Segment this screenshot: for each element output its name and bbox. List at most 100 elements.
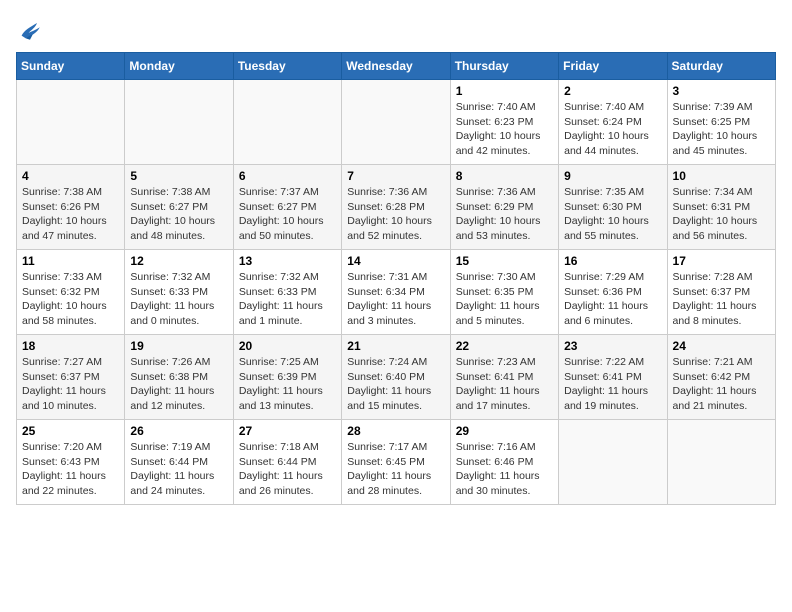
day-number: 22 [456, 339, 553, 353]
day-number: 21 [347, 339, 444, 353]
calendar-cell [559, 420, 667, 505]
day-info: Sunrise: 7:19 AM Sunset: 6:44 PM Dayligh… [130, 440, 227, 499]
day-number: 26 [130, 424, 227, 438]
day-info: Sunrise: 7:40 AM Sunset: 6:23 PM Dayligh… [456, 100, 553, 159]
calendar-week-row: 18 Sunrise: 7:27 AM Sunset: 6:37 PM Dayli… [17, 335, 776, 420]
calendar-cell: 6 Sunrise: 7:37 AM Sunset: 6:27 PM Daylig… [233, 165, 341, 250]
day-number: 17 [673, 254, 770, 268]
calendar-cell: 22Sunrise: 7:23 AM Sunset: 6:41 PM Dayli… [450, 335, 558, 420]
day-number: 23 [564, 339, 661, 353]
weekday-header-sunday: Sunday [17, 53, 125, 80]
day-info: Sunrise: 7:36 AM Sunset: 6:29 PM Dayligh… [456, 185, 553, 244]
calendar-cell: 21 Sunrise: 7:24 AM Sunset: 6:40 PM Dayli… [342, 335, 450, 420]
page-header [16, 16, 776, 44]
day-info: Sunrise: 7:38 AM Sunset: 6:27 PM Dayligh… [130, 185, 227, 244]
day-number: 12 [130, 254, 227, 268]
day-number: 29 [456, 424, 553, 438]
day-info: Sunrise: 7:36 AM Sunset: 6:28 PM Dayligh… [347, 185, 444, 244]
calendar-cell: 17 Sunrise: 7:28 AM Sunset: 6:37 PM Dayli… [667, 250, 775, 335]
weekday-header-saturday: Saturday [667, 53, 775, 80]
day-number: 8 [456, 169, 553, 183]
calendar-cell: 16Sunrise: 7:29 AM Sunset: 6:36 PM Dayli… [559, 250, 667, 335]
day-info: Sunrise: 7:30 AM Sunset: 6:35 PM Dayligh… [456, 270, 553, 329]
calendar-table: SundayMondayTuesdayWednesdayThursdayFrid… [16, 52, 776, 505]
calendar-cell [342, 80, 450, 165]
calendar-cell: 19 Sunrise: 7:26 AM Sunset: 6:38 PM Dayli… [125, 335, 233, 420]
day-number: 3 [673, 84, 770, 98]
calendar-cell: 9Sunrise: 7:35 AM Sunset: 6:30 PM Daylig… [559, 165, 667, 250]
weekday-header-monday: Monday [125, 53, 233, 80]
calendar-cell: 5 Sunrise: 7:38 AM Sunset: 6:27 PM Daylig… [125, 165, 233, 250]
day-number: 15 [456, 254, 553, 268]
day-info: Sunrise: 7:25 AM Sunset: 6:39 PM Dayligh… [239, 355, 336, 414]
calendar-cell [233, 80, 341, 165]
calendar-cell: 2 Sunrise: 7:40 AM Sunset: 6:24 PM Daylig… [559, 80, 667, 165]
calendar-week-row: 4Sunrise: 7:38 AM Sunset: 6:26 PM Daylig… [17, 165, 776, 250]
day-info: Sunrise: 7:21 AM Sunset: 6:42 PM Dayligh… [673, 355, 770, 414]
calendar-cell: 13 Sunrise: 7:32 AM Sunset: 6:33 PM Dayli… [233, 250, 341, 335]
day-info: Sunrise: 7:32 AM Sunset: 6:33 PM Dayligh… [130, 270, 227, 329]
day-number: 2 [564, 84, 661, 98]
day-number: 25 [22, 424, 119, 438]
day-info: Sunrise: 7:18 AM Sunset: 6:44 PM Dayligh… [239, 440, 336, 499]
calendar-cell: 8 Sunrise: 7:36 AM Sunset: 6:29 PM Daylig… [450, 165, 558, 250]
day-number: 11 [22, 254, 119, 268]
day-info: Sunrise: 7:27 AM Sunset: 6:37 PM Dayligh… [22, 355, 119, 414]
calendar-week-row: 11 Sunrise: 7:33 AM Sunset: 6:32 PM Dayli… [17, 250, 776, 335]
weekday-header-tuesday: Tuesday [233, 53, 341, 80]
logo-bird-icon [16, 16, 44, 44]
day-number: 5 [130, 169, 227, 183]
day-number: 6 [239, 169, 336, 183]
day-number: 27 [239, 424, 336, 438]
day-info: Sunrise: 7:33 AM Sunset: 6:32 PM Dayligh… [22, 270, 119, 329]
day-number: 19 [130, 339, 227, 353]
day-info: Sunrise: 7:28 AM Sunset: 6:37 PM Dayligh… [673, 270, 770, 329]
day-number: 24 [673, 339, 770, 353]
day-info: Sunrise: 7:22 AM Sunset: 6:41 PM Dayligh… [564, 355, 661, 414]
day-number: 28 [347, 424, 444, 438]
calendar-cell: 12 Sunrise: 7:32 AM Sunset: 6:33 PM Dayli… [125, 250, 233, 335]
day-number: 10 [673, 169, 770, 183]
calendar-cell: 25 Sunrise: 7:20 AM Sunset: 6:43 PM Dayli… [17, 420, 125, 505]
day-info: Sunrise: 7:20 AM Sunset: 6:43 PM Dayligh… [22, 440, 119, 499]
day-info: Sunrise: 7:26 AM Sunset: 6:38 PM Dayligh… [130, 355, 227, 414]
calendar-week-row: 25 Sunrise: 7:20 AM Sunset: 6:43 PM Dayli… [17, 420, 776, 505]
day-info: Sunrise: 7:34 AM Sunset: 6:31 PM Dayligh… [673, 185, 770, 244]
weekday-header-thursday: Thursday [450, 53, 558, 80]
day-info: Sunrise: 7:40 AM Sunset: 6:24 PM Dayligh… [564, 100, 661, 159]
day-number: 13 [239, 254, 336, 268]
weekday-header-friday: Friday [559, 53, 667, 80]
calendar-week-row: 1 Sunrise: 7:40 AM Sunset: 6:23 PM Daylig… [17, 80, 776, 165]
calendar-cell: 14 Sunrise: 7:31 AM Sunset: 6:34 PM Dayli… [342, 250, 450, 335]
day-number: 14 [347, 254, 444, 268]
calendar-body: 1 Sunrise: 7:40 AM Sunset: 6:23 PM Daylig… [17, 80, 776, 505]
logo [16, 16, 48, 44]
day-info: Sunrise: 7:31 AM Sunset: 6:34 PM Dayligh… [347, 270, 444, 329]
calendar-cell: 3 Sunrise: 7:39 AM Sunset: 6:25 PM Daylig… [667, 80, 775, 165]
calendar-cell: 28 Sunrise: 7:17 AM Sunset: 6:45 PM Dayli… [342, 420, 450, 505]
day-info: Sunrise: 7:29 AM Sunset: 6:36 PM Dayligh… [564, 270, 661, 329]
calendar-cell: 7 Sunrise: 7:36 AM Sunset: 6:28 PM Daylig… [342, 165, 450, 250]
calendar-cell: 27 Sunrise: 7:18 AM Sunset: 6:44 PM Dayli… [233, 420, 341, 505]
calendar-cell: 23 Sunrise: 7:22 AM Sunset: 6:41 PM Dayli… [559, 335, 667, 420]
day-info: Sunrise: 7:24 AM Sunset: 6:40 PM Dayligh… [347, 355, 444, 414]
day-info: Sunrise: 7:37 AM Sunset: 6:27 PM Dayligh… [239, 185, 336, 244]
day-number: 7 [347, 169, 444, 183]
weekday-header-wednesday: Wednesday [342, 53, 450, 80]
calendar-cell: 1 Sunrise: 7:40 AM Sunset: 6:23 PM Daylig… [450, 80, 558, 165]
day-info: Sunrise: 7:39 AM Sunset: 6:25 PM Dayligh… [673, 100, 770, 159]
day-info: Sunrise: 7:35 AM Sunset: 6:30 PM Dayligh… [564, 185, 661, 244]
calendar-cell: 15 Sunrise: 7:30 AM Sunset: 6:35 PM Dayli… [450, 250, 558, 335]
calendar-cell: 18 Sunrise: 7:27 AM Sunset: 6:37 PM Dayli… [17, 335, 125, 420]
weekday-header-row: SundayMondayTuesdayWednesdayThursdayFrid… [17, 53, 776, 80]
day-info: Sunrise: 7:32 AM Sunset: 6:33 PM Dayligh… [239, 270, 336, 329]
day-number: 4 [22, 169, 119, 183]
calendar-cell: 10 Sunrise: 7:34 AM Sunset: 6:31 PM Dayli… [667, 165, 775, 250]
calendar-cell: 26 Sunrise: 7:19 AM Sunset: 6:44 PM Dayli… [125, 420, 233, 505]
day-info: Sunrise: 7:17 AM Sunset: 6:45 PM Dayligh… [347, 440, 444, 499]
calendar-cell [125, 80, 233, 165]
day-number: 20 [239, 339, 336, 353]
calendar-cell [667, 420, 775, 505]
day-number: 18 [22, 339, 119, 353]
day-number: 1 [456, 84, 553, 98]
